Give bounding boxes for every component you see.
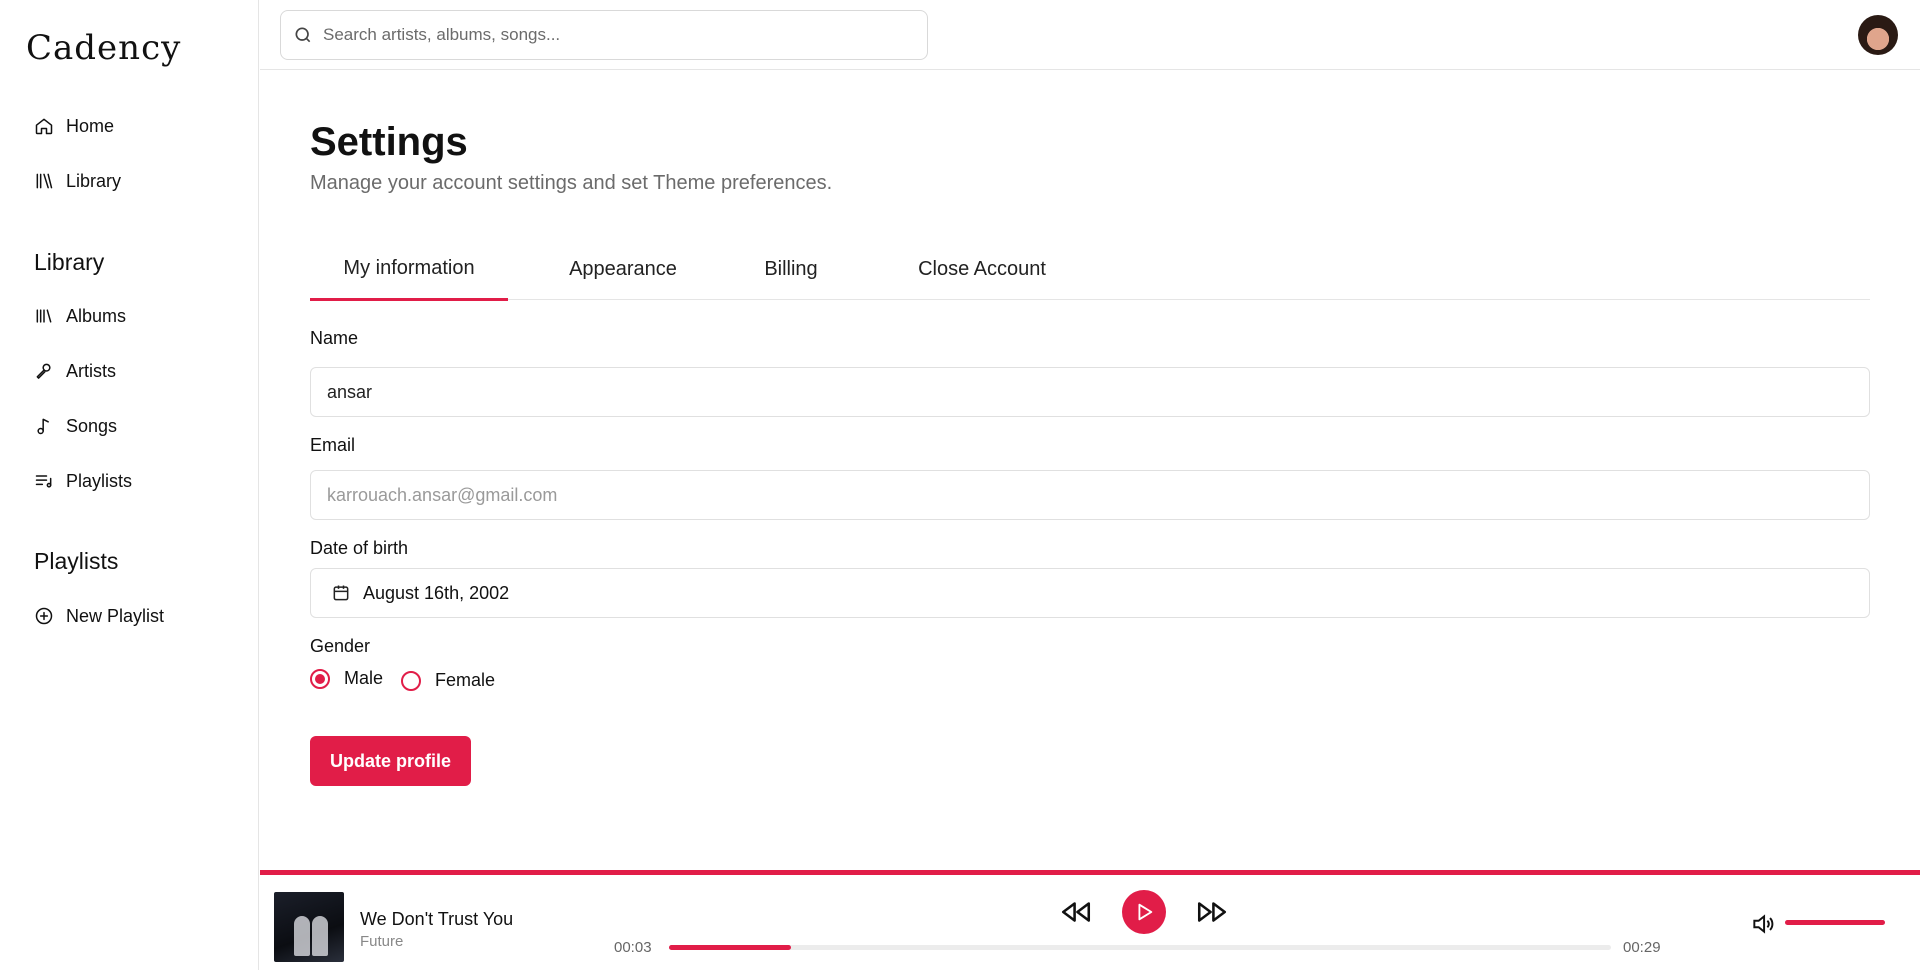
fast-forward-button[interactable] [1194,894,1230,930]
gender-option-female[interactable]: Female [401,670,495,691]
volume-icon [1753,914,1774,934]
elapsed-time: 00:03 [614,939,652,956]
sidebar-item-label: Songs [66,415,118,436]
sidebar-item-artists[interactable]: Artists [34,355,116,387]
albums-icon [36,309,52,323]
update-profile-button[interactable]: Update profile [310,736,472,786]
page-title: Settings [310,120,468,164]
name-field[interactable] [310,367,1870,417]
microphone-icon [36,363,51,379]
progress-fill [669,945,792,950]
sidebar-item-library[interactable]: Library [34,165,121,197]
track-artist[interactable]: Future [360,933,403,950]
gender-option-male[interactable]: Male [310,668,383,689]
email-field[interactable] [310,470,1870,520]
tab-my-information[interactable]: My information [310,238,508,301]
play-button[interactable] [1122,890,1166,934]
sidebar-item-label: Artists [66,360,117,381]
calendar-icon [333,585,349,601]
app-logo[interactable]: Cadency [26,28,181,68]
search-icon [295,27,311,43]
radio-male[interactable] [310,668,330,689]
gender-radio-group: Male Female [310,666,495,691]
settings-tabs: My information Appearance Billing Close … [310,238,1870,301]
volume-button[interactable] [1750,911,1776,937]
volume-fill [1785,920,1885,925]
search-box[interactable] [280,10,928,60]
rewind-button[interactable] [1058,894,1094,930]
sidebar-item-label: Library [66,170,122,191]
sidebar-item-albums[interactable]: Albums [34,300,126,332]
volume-slider[interactable] [1785,920,1885,925]
email-label: Email [310,435,356,455]
name-input[interactable] [327,381,1827,403]
duration-time: 00:29 [1623,939,1661,956]
sidebar-item-songs[interactable]: Songs [34,410,117,442]
topbar [260,0,1920,70]
radio-label: Female [435,670,496,690]
playlists-section-title: Playlists [34,548,119,574]
tab-appearance[interactable]: Appearance [558,238,688,300]
rewind-icon [1061,902,1091,922]
progress-bar[interactable] [669,945,1611,950]
playback-controls [1058,890,1230,934]
sidebar-item-home[interactable]: Home [34,110,114,142]
fast-forward-icon [1197,902,1227,922]
library-section-title: Library [34,249,105,275]
sidebar-item-label: Albums [66,305,127,326]
plus-circle-icon [35,607,53,625]
search-input[interactable] [323,25,883,45]
gender-label: Gender [310,636,371,656]
sidebar-item-label: Playlists [66,470,133,491]
dob-label: Date of birth [310,538,409,558]
email-input[interactable] [327,484,1827,506]
play-icon [1138,903,1153,921]
dob-picker[interactable]: August 16th, 2002 [310,568,1870,618]
name-label: Name [310,328,359,348]
new-playlist-label: New Playlist [66,605,165,626]
playlist-icon [35,475,52,488]
music-note-icon [37,418,49,435]
page-subtitle: Manage your account settings and set The… [310,172,833,194]
library-icon [36,173,53,189]
radio-female[interactable] [401,670,422,691]
new-playlist-button[interactable]: New Playlist [34,600,164,632]
radio-label: Male [344,668,384,688]
track-title[interactable]: We Don't Trust You [360,909,513,930]
sidebar: Cadency Home Library Library Albums Arti… [0,0,259,970]
player-bar: We Don't Trust You Future 00:03 00:29 [260,870,1920,970]
album-art[interactable] [274,892,344,962]
home-icon [35,118,53,135]
tab-close-account[interactable]: Close Account [896,238,1068,300]
user-avatar[interactable] [1858,15,1898,55]
sidebar-item-playlists[interactable]: Playlists [34,465,132,497]
dob-value: August 16th, 2002 [363,582,510,603]
sidebar-item-label: Home [66,115,115,136]
tab-billing[interactable]: Billing [748,238,834,300]
